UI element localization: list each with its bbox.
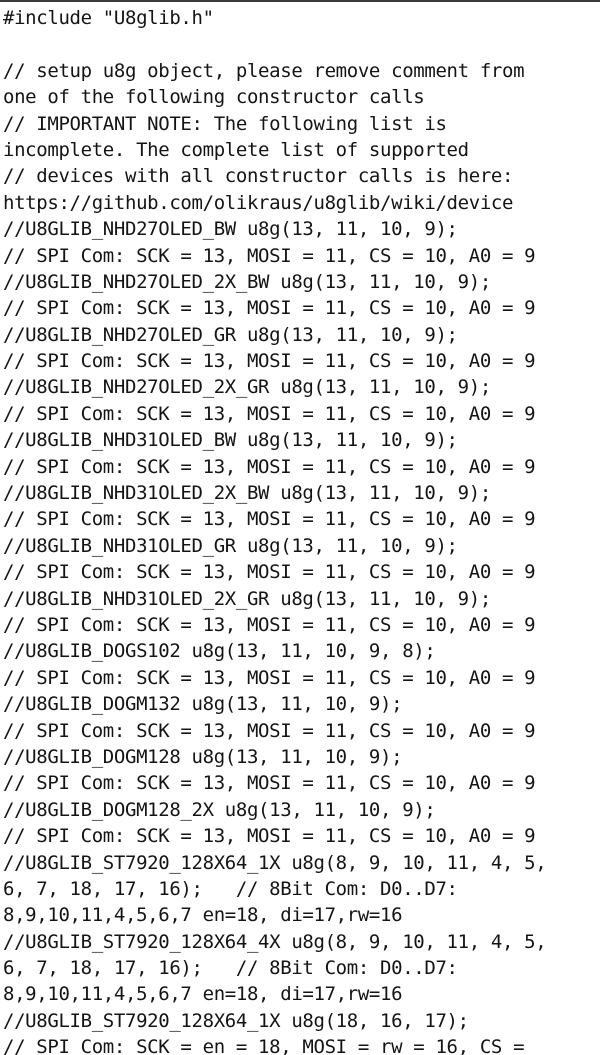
code-line: incomplete. The complete list of support… xyxy=(3,138,469,161)
code-line: //U8GLIB_DOGS102 u8g(13, 11, 10, 9, 8); xyxy=(3,640,436,663)
code-line: //U8GLIB_NHD27OLED_BW u8g(13, 11, 10, 9)… xyxy=(3,218,458,241)
code-line: //U8GLIB_DOGM132 u8g(13, 11, 10, 9); xyxy=(3,693,403,716)
code-line: //U8GLIB_NHD31OLED_BW u8g(13, 11, 10, 9)… xyxy=(3,429,458,452)
code-line: // SPI Com: SCK = 13, MOSI = 11, CS = 10… xyxy=(3,666,536,689)
code-line: https://github.com/olikraus/u8glib/wiki/… xyxy=(3,191,514,214)
code-line: #include "U8glib.h" xyxy=(3,7,214,29)
code-line: //U8GLIB_ST7920_128X64_1X u8g(8, 9, 10, … xyxy=(3,851,547,874)
code-line: // SPI Com: SCK = 13, MOSI = 11, CS = 10… xyxy=(3,825,536,848)
code-line: // devices with all constructor calls is… xyxy=(3,165,514,188)
code-line: 6, 7, 18, 17, 16); // 8Bit Com: D0..D7: xyxy=(3,877,458,900)
code-line-container: #include "U8glib.h" // setup u8g object, … xyxy=(3,5,600,1055)
code-line: // SPI Com: SCK = 13, MOSI = 11, CS = 10… xyxy=(3,402,536,425)
code-line: // SPI Com: SCK = 13, MOSI = 11, CS = 10… xyxy=(3,613,536,636)
code-line: //U8GLIB_DOGM128_2X u8g(13, 11, 10, 9); xyxy=(3,798,436,821)
code-line: one of the following constructor calls xyxy=(3,86,425,109)
code-line: //U8GLIB_NHD27OLED_2X_BW u8g(13, 11, 10,… xyxy=(3,270,491,293)
code-line: // SPI Com: SCK = 13, MOSI = 11, CS = 10… xyxy=(3,561,536,584)
code-line: // SPI Com: SCK = 13, MOSI = 11, CS = 10… xyxy=(3,350,536,373)
code-line: // SPI Com: SCK = 13, MOSI = 11, CS = 10… xyxy=(3,772,536,795)
code-line: // SPI Com: SCK = 13, MOSI = 11, CS = 10… xyxy=(3,455,536,478)
code-line: //U8GLIB_NHD31OLED_2X_GR u8g(13, 11, 10,… xyxy=(3,587,491,610)
code-listing-view[interactable]: #include "U8glib.h" // setup u8g object, … xyxy=(0,0,600,1055)
code-line: 6, 7, 18, 17, 16); // 8Bit Com: D0..D7: xyxy=(3,957,458,980)
code-line: // setup u8g object, please remove comme… xyxy=(3,59,525,82)
code-line: //U8GLIB_ST7920_128X64_1X u8g(18, 16, 17… xyxy=(3,1009,469,1032)
code-line: //U8GLIB_DOGM128 u8g(13, 11, 10, 9); xyxy=(3,745,403,768)
code-line: // SPI Com: SCK = 13, MOSI = 11, CS = 10… xyxy=(3,719,536,742)
code-line: //U8GLIB_ST7920_128X64_4X u8g(8, 9, 10, … xyxy=(3,930,547,953)
code-line: 8,9,10,11,4,5,6,7 en=18, di=17,rw=16 xyxy=(3,983,403,1006)
code-line: // IMPORTANT NOTE: The following list is xyxy=(3,112,447,135)
code-line: //U8GLIB_NHD31OLED_GR u8g(13, 11, 10, 9)… xyxy=(3,534,458,557)
code-line: // SPI Com: SCK = en = 18, MOSI = rw = 1… xyxy=(3,1036,525,1055)
code-line: 8,9,10,11,4,5,6,7 en=18, di=17,rw=16 xyxy=(3,904,403,927)
code-line: // SPI Com: SCK = 13, MOSI = 11, CS = 10… xyxy=(3,508,536,531)
code-line: // SPI Com: SCK = 13, MOSI = 11, CS = 10… xyxy=(3,297,536,320)
code-line: // SPI Com: SCK = 13, MOSI = 11, CS = 10… xyxy=(3,244,536,267)
code-line: //U8GLIB_NHD27OLED_2X_GR u8g(13, 11, 10,… xyxy=(3,376,491,399)
code-line: //U8GLIB_NHD27OLED_GR u8g(13, 11, 10, 9)… xyxy=(3,323,458,346)
code-line: //U8GLIB_NHD31OLED_2X_BW u8g(13, 11, 10,… xyxy=(3,482,491,505)
